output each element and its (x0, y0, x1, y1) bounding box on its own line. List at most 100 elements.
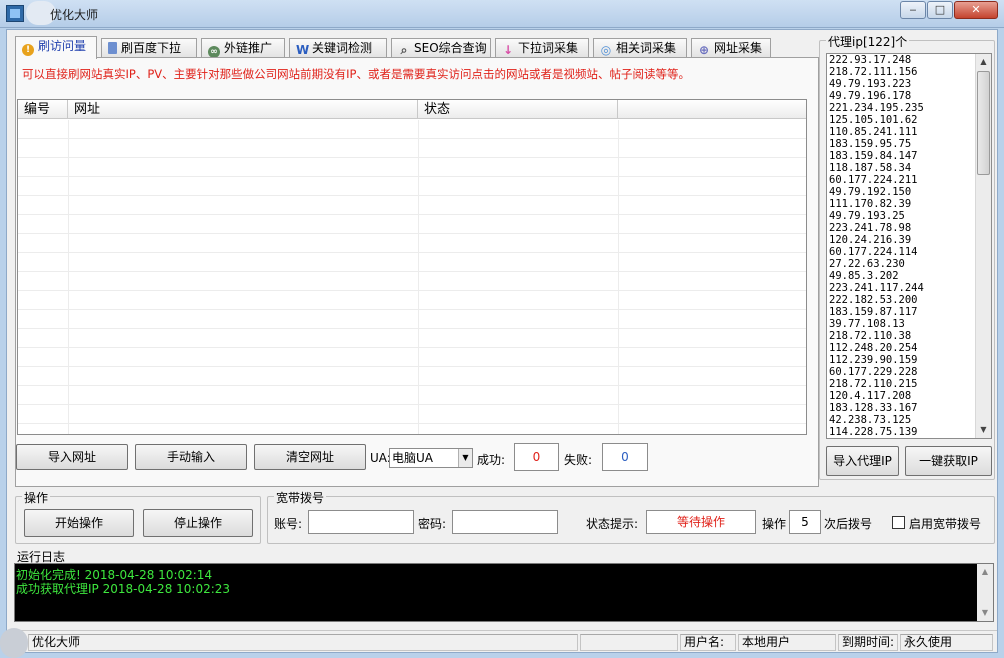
proxy-item[interactable]: 111.170.82.39 (827, 198, 991, 210)
proxy-item[interactable]: 27.22.63.230 (827, 258, 991, 270)
traffic-panel: 可以直接刷网站真实IP、PV、主要针对那些做公司网站前期没有IP、或者是需要真实… (15, 57, 819, 487)
window-title: 优化大师 (50, 8, 99, 22)
proxy-item[interactable]: 49.79.192.150 (827, 186, 991, 198)
proxy-item[interactable]: 60.177.224.211 (827, 174, 991, 186)
tab-dropdown-collect[interactable]: ↓ 下拉词采集 (495, 38, 589, 58)
log-scrollbar[interactable]: ▲ ▼ (977, 564, 993, 621)
tab-keyword-check[interactable]: W 关键词检测 (289, 38, 387, 58)
scroll-up-icon[interactable]: ▲ (977, 564, 993, 580)
proxy-item[interactable]: 49.79.196.178 (827, 90, 991, 102)
proxy-item[interactable]: 120.24.216.39 (827, 234, 991, 246)
proxy-list[interactable]: 222.93.17.248 218.72.111.156 49.79.193.223… (826, 53, 992, 439)
tab-label: 关键词检测 (312, 41, 373, 55)
proxy-item[interactable]: 183.159.87.117 (827, 306, 991, 318)
proxy-item[interactable]: 49.85.3.202 (827, 270, 991, 282)
maximize-button[interactable]: □ (927, 1, 953, 19)
column-divider (68, 120, 69, 434)
proxy-item[interactable]: 49.79.193.25 (827, 210, 991, 222)
down-arrow-icon: ↓ (502, 43, 514, 57)
ua-label: UA: (370, 451, 391, 465)
scroll-down-icon[interactable]: ▼ (977, 605, 993, 621)
magnifier-icon: ⌕ (400, 43, 408, 57)
column-header-id[interactable]: 编号 (18, 100, 68, 119)
tab-baidu-dropdown[interactable]: 刷百度下拉 (101, 38, 197, 58)
tab-label: 外链推广 (224, 41, 273, 55)
proxy-item[interactable]: 60.177.224.114 (827, 246, 991, 258)
proxy-item[interactable]: 118.187.58.34 (827, 162, 991, 174)
scroll-down-icon[interactable]: ▼ (976, 422, 991, 438)
operation-count-suffix: 次后拨号 (824, 517, 873, 531)
proxy-item[interactable]: 120.4.117.208 (827, 390, 991, 402)
status-user-label: 用户名: (680, 634, 736, 651)
tab-label: 刷访问量 (38, 39, 87, 53)
tab-backlinks[interactable]: ∞ 外链推广 (201, 38, 285, 58)
minimize-button[interactable]: ‒ (900, 1, 926, 19)
chevron-down-icon[interactable]: ▼ (458, 449, 472, 467)
status-label: 状态提示: (586, 517, 639, 531)
proxy-item[interactable]: 222.182.53.200 (827, 294, 991, 306)
start-button[interactable]: 开始操作 (24, 509, 134, 537)
proxy-items: 222.93.17.248 218.72.111.156 49.79.193.223… (827, 54, 991, 438)
fetch-proxy-button[interactable]: 一键获取IP (905, 446, 992, 476)
password-input[interactable] (452, 510, 558, 534)
fail-count: 0 (602, 443, 648, 471)
stop-button[interactable]: 停止操作 (143, 509, 253, 537)
url-table[interactable]: 编号 网址 状态 (17, 99, 807, 435)
success-label: 成功: (477, 453, 506, 467)
tab-seo-query[interactable]: ⌕ SEO综合查询 (391, 38, 491, 58)
page-icon (108, 42, 117, 54)
enable-broadband-checkbox[interactable] (892, 516, 905, 529)
status-app-name: 优化大师 (28, 634, 578, 651)
proxy-item[interactable]: 218.72.111.156 (827, 66, 991, 78)
tab-url-collect[interactable]: ⊕ 网址采集 (691, 38, 771, 58)
proxy-item[interactable]: 60.177.229.228 (827, 366, 991, 378)
proxy-item[interactable]: 218.72.110.38 (827, 330, 991, 342)
status-expire-label: 到期时间: (838, 634, 898, 651)
proxy-item[interactable]: 114.228.75.139 (827, 426, 991, 438)
scroll-up-icon[interactable]: ▲ (976, 54, 991, 70)
proxy-item[interactable]: 112.248.20.254 (827, 342, 991, 354)
enable-broadband-label[interactable]: 启用宽带拨号 (909, 515, 981, 532)
proxy-item[interactable]: 218.72.110.215 (827, 378, 991, 390)
manual-input-button[interactable]: 手动输入 (135, 444, 247, 470)
operation-count-label: 操作 (762, 517, 787, 531)
tab-related-collect[interactable]: ◎ 相关词采集 (593, 38, 687, 58)
w-icon: W (296, 43, 310, 57)
tab-label: 网址采集 (714, 41, 763, 55)
proxy-item[interactable]: 110.85.241.111 (827, 126, 991, 138)
proxy-item[interactable]: 112.239.90.159 (827, 354, 991, 366)
proxy-item[interactable]: 222.93.17.248 (827, 54, 991, 66)
column-divider (418, 120, 419, 434)
import-proxy-button[interactable]: 导入代理IP (826, 446, 899, 476)
proxy-item[interactable]: 42.238.73.125 (827, 414, 991, 426)
proxy-scrollbar[interactable]: ▲ ▼ (975, 54, 991, 438)
proxy-item[interactable]: 221.234.195.235 (827, 102, 991, 114)
status-field: 等待操作 (646, 510, 756, 534)
main-window: ! 刷访问量 刷百度下拉 ∞ 外链推广 W 关键词检测 ⌕ SEO综合查询 ↓ 下拉词采集… (6, 29, 998, 653)
tab-label: SEO综合查询 (414, 41, 487, 55)
proxy-item[interactable]: 183.128.33.167 (827, 402, 991, 414)
globe-icon: ◎ (600, 43, 612, 57)
account-input[interactable] (308, 510, 414, 534)
clear-urls-button[interactable]: 清空网址 (254, 444, 366, 470)
column-header-url[interactable]: 网址 (68, 100, 418, 119)
proxy-group: 代理ip[122]个 222.93.17.248 218.72.111.156 49… (819, 33, 995, 480)
import-urls-button[interactable]: 导入网址 (16, 444, 128, 470)
proxy-item[interactable]: 223.241.117.244 (827, 282, 991, 294)
tab-label: 刷百度下拉 (121, 41, 182, 55)
proxy-item[interactable]: 49.79.193.223 (827, 78, 991, 90)
ua-select[interactable]: 电脑UA ▼ (389, 448, 473, 468)
operation-count-input[interactable]: 5 (789, 510, 821, 534)
proxy-title: 代理ip[122]个 (826, 33, 910, 50)
tab-traffic[interactable]: ! 刷访问量 (15, 36, 97, 59)
proxy-item[interactable]: 39.77.108.13 (827, 318, 991, 330)
status-empty (580, 634, 678, 651)
scroll-thumb[interactable] (977, 71, 990, 175)
fail-label: 失败: (564, 453, 593, 467)
proxy-item[interactable]: 183.159.95.75 (827, 138, 991, 150)
proxy-item[interactable]: 223.241.78.98 (827, 222, 991, 234)
proxy-item[interactable]: 125.105.101.62 (827, 114, 991, 126)
column-header-status[interactable]: 状态 (418, 100, 618, 119)
close-button[interactable]: ✕ (954, 1, 998, 19)
proxy-item[interactable]: 183.159.84.147 (827, 150, 991, 162)
